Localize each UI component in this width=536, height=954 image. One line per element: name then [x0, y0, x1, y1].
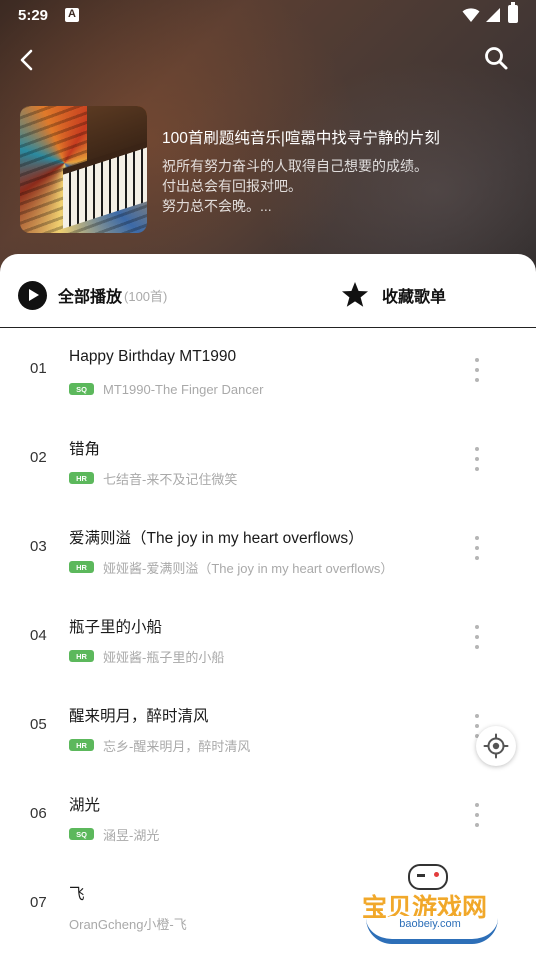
- gamepad-icon: [408, 864, 448, 890]
- playlist-description[interactable]: 祝所有努力奋斗的人取得自己想要的成绩。 付出总会有回报对吧。 努力总不会晚。..…: [162, 156, 428, 216]
- watermark-logo: 宝贝游戏网 baobeiy.com: [356, 856, 506, 952]
- song-meta: HR 娅娅酱-瓶子里的小船: [69, 647, 224, 665]
- song-row[interactable]: 06 湖光 SQ 涵昱-湖光: [0, 773, 536, 862]
- quality-badge: HR: [69, 561, 94, 573]
- signal-icon: [486, 8, 500, 22]
- song-meta: HR 忘乡-醒来明月，醉时清风: [69, 736, 250, 754]
- more-options-icon[interactable]: [468, 534, 486, 566]
- song-count: (100首): [124, 288, 168, 304]
- track-number: 06: [30, 805, 47, 822]
- search-icon[interactable]: [482, 44, 510, 72]
- battery-icon: [508, 2, 518, 23]
- star-icon: [342, 282, 368, 307]
- song-artist-album: 娅娅酱-爱满则溢（The joy in my heart overflows）: [103, 560, 394, 576]
- more-options-icon[interactable]: [468, 623, 486, 655]
- quality-badge: HR: [69, 739, 94, 751]
- song-title: 飞: [69, 886, 85, 903]
- song-list-sheet: 全部播放 (100首) 收藏歌单 01 Happy Birthday MT199…: [0, 254, 536, 954]
- song-row[interactable]: 05 醒来明月，醉时清风 HR 忘乡-醒来明月，醉时清风: [0, 684, 536, 773]
- play-icon: [18, 280, 47, 310]
- notification-icon: [65, 8, 79, 22]
- song-artist-album: 七结音-来不及记住微笑: [103, 471, 238, 487]
- description-line: 努力总不会晚。...: [162, 198, 272, 214]
- song-row[interactable]: 04 瓶子里的小船 HR 娅娅酱-瓶子里的小船: [0, 595, 536, 684]
- song-meta: HR 七结音-来不及记住微笑: [69, 469, 237, 487]
- status-time: 5:29: [18, 7, 49, 24]
- collect-playlist-button[interactable]: 收藏歌单: [340, 280, 446, 310]
- song-artist-album: 涵昱-湖光: [103, 827, 160, 843]
- song-row[interactable]: 01 Happy Birthday MT1990 SQ MT1990-The F…: [0, 328, 536, 417]
- quality-badge: HR: [69, 472, 94, 484]
- quality-badge: SQ: [69, 383, 94, 395]
- playlist-title: 100首刷题纯音乐|喧嚣中找寻宁静的片刻: [162, 130, 440, 147]
- song-title: 瓶子里的小船: [69, 619, 163, 636]
- song-meta: SQ MT1990-The Finger Dancer: [69, 380, 263, 398]
- song-artist-album: 娅娅酱-瓶子里的小船: [103, 649, 225, 665]
- description-line: 付出总会有回报对吧。: [162, 178, 302, 194]
- song-title: 醒来明月，醉时清风: [69, 708, 209, 725]
- chevron-left-icon[interactable]: [14, 46, 42, 74]
- track-number: 03: [30, 538, 47, 555]
- track-number: 02: [30, 449, 47, 466]
- more-options-icon[interactable]: [468, 356, 486, 388]
- description-line: 祝所有努力奋斗的人取得自己想要的成绩。: [162, 158, 428, 174]
- song-row[interactable]: 02 错角 HR 七结音-来不及记住微笑: [0, 417, 536, 506]
- song-title: 湖光: [69, 797, 101, 814]
- crosshair-icon: [483, 733, 509, 759]
- locate-current-song-button[interactable]: [476, 726, 516, 766]
- song-title: Happy Birthday MT1990: [69, 348, 237, 365]
- collect-label: 收藏歌单: [382, 289, 447, 306]
- playlist-header: 5:29 100首刷题纯音乐|喧嚣中找寻宁静的片刻 祝所有努力奋斗的人取得自己想…: [0, 0, 536, 290]
- track-number: 07: [30, 894, 47, 911]
- song-meta: OranGcheng小橙-飞: [69, 914, 187, 932]
- song-title: 错角: [69, 441, 101, 458]
- quality-badge: HR: [69, 650, 94, 662]
- more-options-icon[interactable]: [468, 445, 486, 477]
- song-meta: HR 娅娅酱-爱满则溢（The joy in my heart overflow…: [69, 558, 393, 576]
- song-artist-album: 忘乡-醒来明月，醉时清风: [103, 738, 251, 754]
- song-artist-album: MT1990-The Finger Dancer: [103, 381, 264, 397]
- status-bar: 5:29: [0, 0, 536, 32]
- action-bar: 全部播放 (100首) 收藏歌单: [0, 254, 536, 328]
- quality-badge: SQ: [69, 828, 94, 840]
- song-meta: SQ 涵昱-湖光: [69, 825, 159, 843]
- playlist-cover-image[interactable]: [20, 106, 147, 233]
- play-all-button[interactable]: 全部播放 (100首): [18, 280, 167, 310]
- watermark-url: baobeiy.com: [384, 916, 476, 932]
- song-title: 爱满则溢（The joy in my heart overflows）: [69, 530, 364, 547]
- wifi-icon: [462, 8, 480, 22]
- song-artist-album: OranGcheng小橙-飞: [69, 916, 187, 932]
- track-number: 01: [30, 360, 47, 377]
- song-row[interactable]: 03 爱满则溢（The joy in my heart overflows） H…: [0, 506, 536, 595]
- play-all-label: 全部播放: [58, 289, 123, 306]
- track-number: 04: [30, 627, 47, 644]
- more-options-icon[interactable]: [468, 801, 486, 833]
- track-number: 05: [30, 716, 47, 733]
